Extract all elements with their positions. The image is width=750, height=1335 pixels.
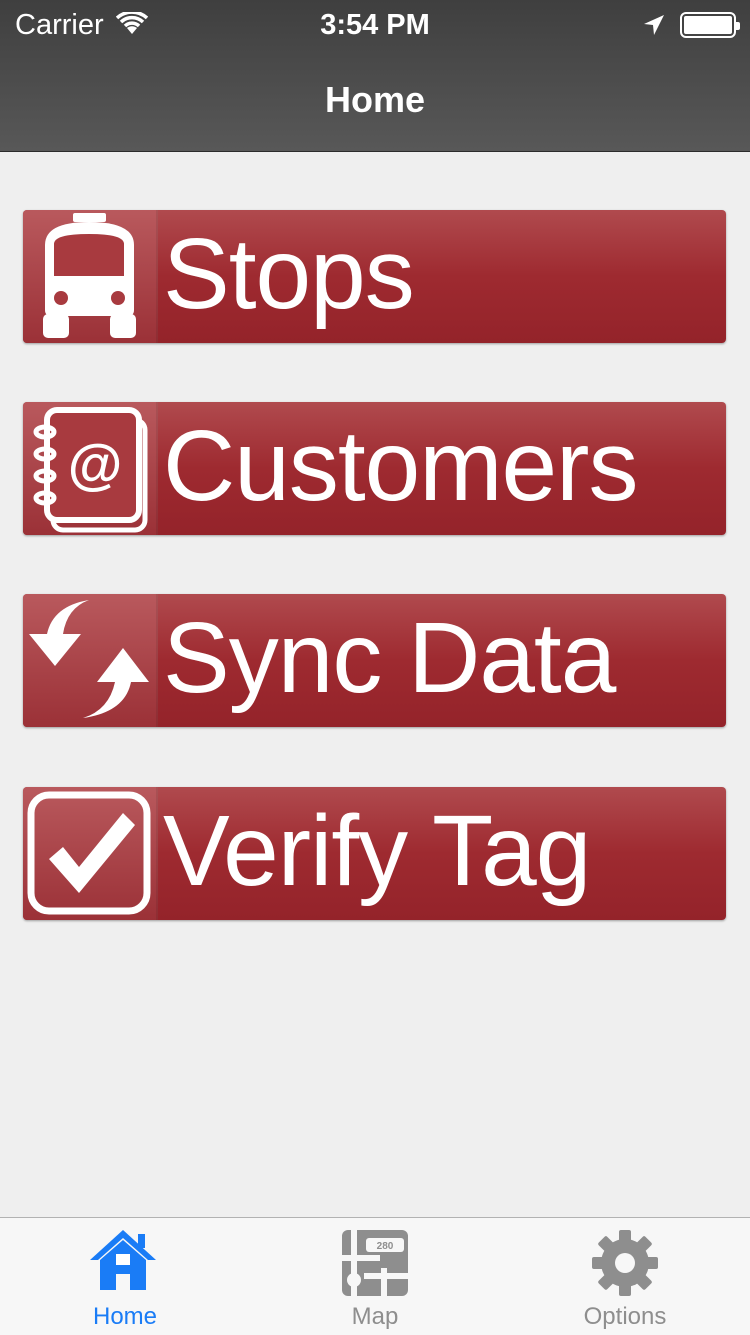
bus-icon <box>23 210 158 343</box>
sync-data-label: Sync Data <box>163 602 616 714</box>
stops-button[interactable]: Stops <box>23 210 726 343</box>
tab-options[interactable]: Options <box>500 1218 750 1335</box>
verify-tag-label: Verify Tag <box>163 795 591 907</box>
home-icon <box>90 1230 156 1290</box>
battery-icon <box>680 12 740 38</box>
customers-label: Customers <box>163 410 638 522</box>
tab-map[interactable]: 280 Map <box>250 1218 500 1335</box>
sync-data-button[interactable]: Sync Data <box>23 594 726 727</box>
tab-home-label: Home <box>92 1303 158 1330</box>
clock: 3:54 PM <box>320 9 430 41</box>
page-title: Home <box>324 79 426 120</box>
svg-text:280: 280 <box>377 1241 394 1252</box>
status-bar: Carrier 3:54 PM <box>0 0 750 50</box>
stops-label: Stops <box>163 218 415 330</box>
address-book-icon: @ <box>23 402 158 535</box>
verify-tag-button[interactable]: Verify Tag <box>23 787 726 920</box>
customers-button[interactable]: @ Customers <box>23 402 726 535</box>
tab-options-label: Options <box>583 1303 667 1330</box>
tab-bar: Home 280 Map Options <box>0 1217 750 1335</box>
map-icon: 280 <box>342 1230 408 1296</box>
svg-text:@: @ <box>68 432 123 495</box>
tab-home[interactable]: Home <box>0 1218 250 1335</box>
gear-icon <box>592 1230 658 1296</box>
sync-arrows-icon <box>23 594 158 727</box>
location-arrow-icon <box>642 13 666 42</box>
navigation-bar: Carrier 3:54 PM Home <box>0 0 750 152</box>
tab-map-label: Map <box>351 1303 399 1330</box>
checkbox-icon <box>23 787 158 920</box>
